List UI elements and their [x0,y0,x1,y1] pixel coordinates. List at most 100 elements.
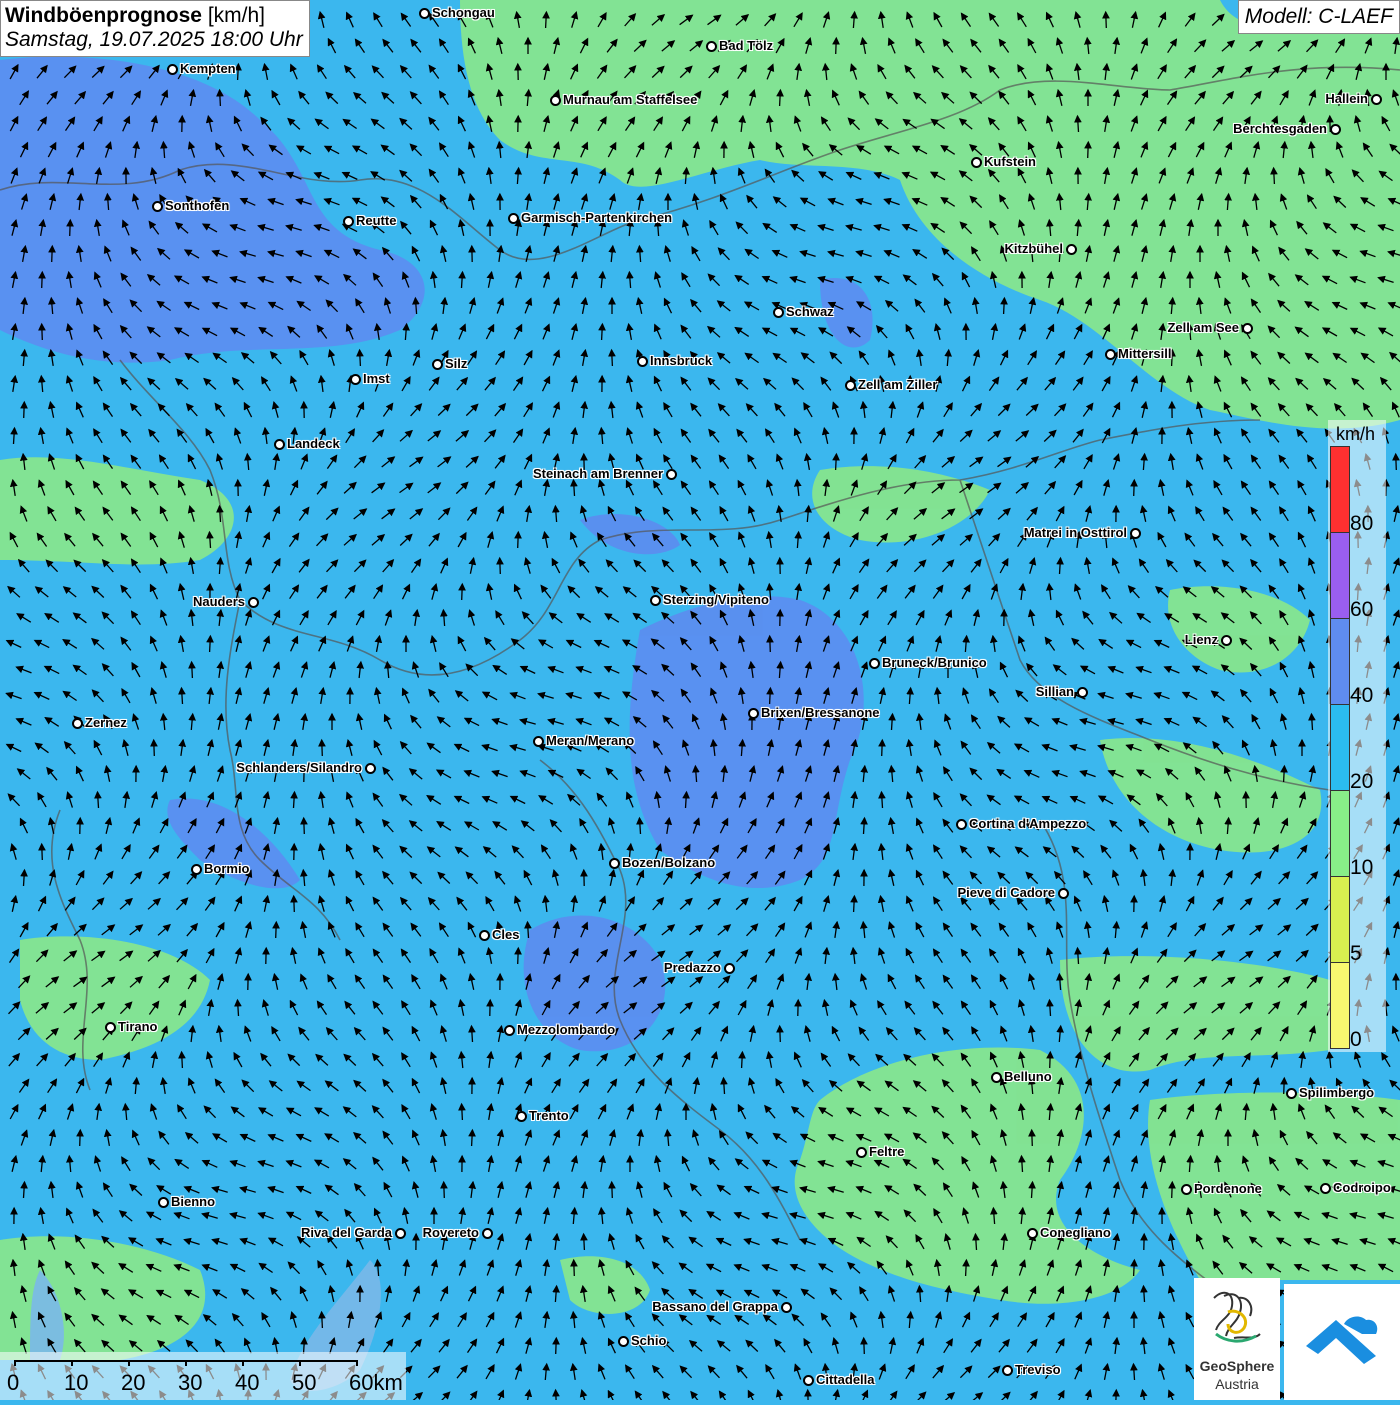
city-marker [533,736,544,747]
city-label: Zernez [85,715,127,730]
city-label: Spilimbergo [1299,1085,1374,1100]
city-label: Trento [529,1108,569,1123]
city-label: Silz [445,356,467,371]
city-label: Schio [631,1333,666,1348]
city-label: Kufstein [984,154,1036,169]
model-label: Modell: C-LAEF [1238,0,1400,34]
scale-tick [185,1360,187,1366]
wind-arrow [462,1104,463,1120]
wind-arrow [70,220,71,236]
legend-color-band [1330,532,1350,619]
wind-arrow [42,272,43,288]
wind-arrow [182,1052,183,1068]
city-label: Sonthofen [165,198,229,213]
wind-arrow [52,246,53,262]
scale-bar: 0102030405060km [0,1352,406,1400]
city-marker [706,41,717,52]
city-marker [1242,323,1253,334]
wind-arrow [1284,1078,1285,1094]
wind-arrow [518,532,519,548]
city-marker [158,1197,169,1208]
wind-arrow [742,1052,743,1068]
scale-tick [14,1360,16,1366]
city-marker [191,864,202,875]
city-marker [105,1022,116,1033]
city-marker [482,1228,493,1239]
city-marker [1058,888,1069,899]
city-marker [856,1147,867,1158]
legend-label: 60 [1350,598,1373,622]
city-label: Sillian [1036,684,1074,699]
wind-arrow [322,740,323,756]
wind-arrow [192,662,193,678]
wind-arrow [1172,1182,1173,1198]
legend-color-band [1330,704,1350,791]
city-marker [432,359,443,370]
scale-tick [356,1360,358,1366]
city-label: Cittadella [816,1372,875,1387]
wind-arrow [1050,1052,1051,1068]
wind-arrow [276,922,277,938]
city-marker [274,439,285,450]
city-label: Riva del Garda [301,1225,392,1240]
city-marker [1130,528,1141,539]
legend-unit: km/h [1336,424,1375,445]
wind-arrow [1032,1130,1033,1146]
city-marker [504,1025,515,1036]
app-logo-icon [1284,1284,1400,1400]
scale-label: 60km [349,1370,403,1396]
scale-tick [71,1360,73,1366]
wind-arrow [770,688,771,704]
map-title: Windböenprognose [km/h] [5,4,303,28]
city-marker [666,469,677,480]
city-label: Mezzolombardo [517,1022,615,1037]
city-label: Bienno [171,1194,215,1209]
city-label: Pieve di Cadore [957,885,1055,900]
city-marker [508,213,519,224]
wind-arrow [770,636,771,652]
wind-arrow [1004,298,1005,314]
city-marker [1077,687,1088,698]
city-label: Pordenone [1194,1181,1262,1196]
wind-arrow [322,1312,323,1328]
wind-arrow [1284,766,1285,782]
city-label: Imst [363,371,390,386]
city-label: Bassano del Grappa [652,1299,778,1314]
legend-color-band [1330,446,1350,533]
city-label: Cortina d'Ampezzo [969,816,1086,831]
wind-arrow [24,402,25,418]
city-label: Zell am Ziller [858,377,937,392]
city-label: Nauders [193,594,245,609]
city-label: Predazzo [664,960,721,975]
city-label: Schlanders/Silandro [236,760,362,775]
geosphere-logo: GeoSphere Austria [1194,1278,1280,1400]
geosphere-sub: Austria [1194,1376,1280,1392]
wind-arrow [444,1182,445,1198]
city-label: Innsbruck [650,353,712,368]
wind-arrow [1134,1260,1135,1276]
city-marker [1286,1088,1297,1099]
city-marker [516,1111,527,1122]
city-label: Bozen/Bolzano [622,855,715,870]
wind-arrow [472,1130,473,1146]
city-label: Brixen/Bressanone [761,705,880,720]
wind-arrow [780,90,781,106]
city-marker [609,858,620,869]
title-unit: [km/h] [208,4,265,27]
city-label: Schongau [432,5,495,20]
city-label: Belluno [1004,1069,1052,1084]
city-marker [350,374,361,385]
wind-arrow [1134,480,1135,496]
city-marker [479,930,490,941]
wind-arrow [864,1338,865,1354]
legend-label: 80 [1350,512,1373,536]
city-marker [167,64,178,75]
legend-color-band [1330,618,1350,705]
city-label: Lienz [1185,632,1218,647]
legend-color-band [1330,962,1350,1049]
city-label: Rovereto [423,1225,479,1240]
scale-tick [242,1360,244,1366]
city-marker [72,718,83,729]
wind-arrow [518,948,519,964]
wind-arrow [612,1182,613,1198]
